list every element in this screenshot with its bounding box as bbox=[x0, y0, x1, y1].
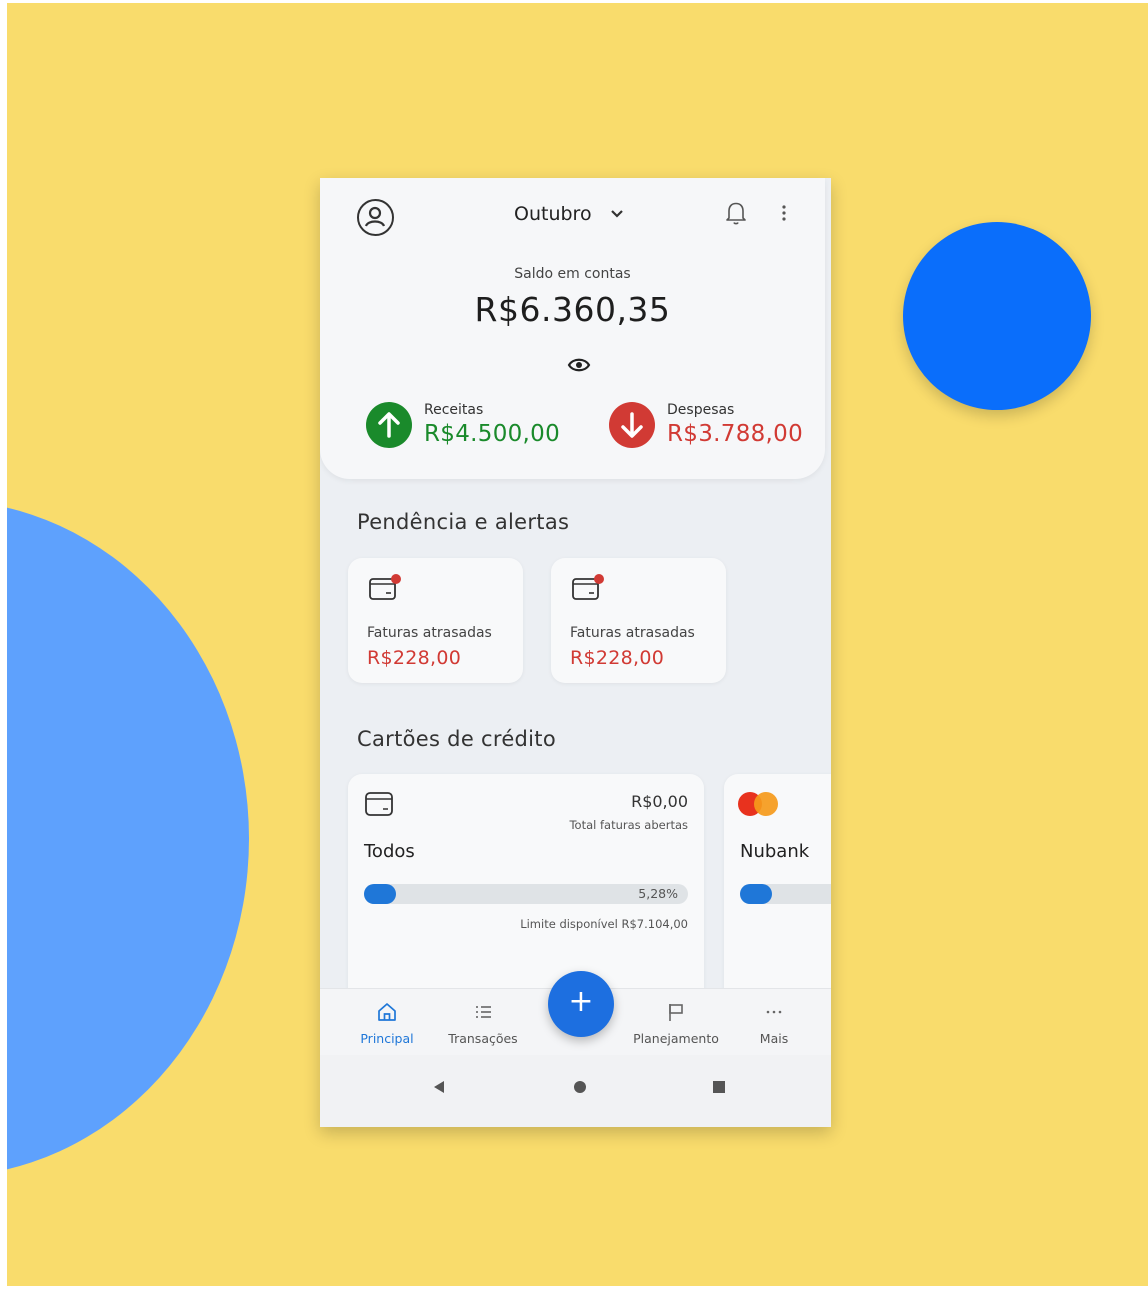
system-navigation-bar bbox=[320, 1055, 831, 1127]
month-label: Outubro bbox=[514, 203, 592, 225]
card-usage-fill bbox=[740, 884, 772, 904]
nav-label: Mais bbox=[759, 1031, 789, 1046]
card-name: Todos bbox=[364, 841, 415, 862]
more-vertical-icon[interactable] bbox=[780, 202, 788, 224]
flag-icon bbox=[669, 1004, 683, 1021]
add-transaction-button[interactable]: + bbox=[548, 971, 614, 1037]
card-usage-bar: 5,28% bbox=[364, 884, 688, 904]
card-total-label: Total faturas abertas bbox=[569, 818, 688, 832]
credit-card-nubank[interactable]: Nubank bbox=[724, 774, 831, 1014]
mastercard-logo-icon bbox=[738, 792, 788, 816]
more-horizontal-icon bbox=[766, 1010, 782, 1014]
balance-card: Outubro Saldo em contas R$6.360,35 Recei… bbox=[320, 178, 825, 479]
decorative-circle-small bbox=[903, 222, 1091, 410]
chevron-down-icon bbox=[610, 210, 623, 218]
card-limit-label: Limite disponível R$7.104,00 bbox=[520, 917, 688, 931]
credit-card-icon bbox=[365, 792, 393, 816]
background-panel: Outubro Saldo em contas R$6.360,35 Recei… bbox=[7, 3, 1148, 1286]
nav-principal[interactable]: Principal bbox=[354, 1001, 420, 1046]
income-arrow-icon bbox=[366, 402, 412, 448]
alert-card[interactable]: Faturas atrasadas R$228,00 bbox=[348, 558, 523, 683]
nav-planejamento[interactable]: Planejamento bbox=[624, 1001, 728, 1046]
income-label: Receitas bbox=[424, 402, 484, 418]
alert-label: Faturas atrasadas bbox=[570, 625, 695, 641]
account-icon bbox=[364, 206, 386, 227]
alert-value: R$228,00 bbox=[570, 647, 665, 669]
recents-icon[interactable] bbox=[711, 1079, 727, 1095]
income-value: R$4.500,00 bbox=[424, 421, 561, 447]
nav-label: Planejamento bbox=[633, 1031, 719, 1046]
overdue-card-icon bbox=[572, 574, 604, 600]
eye-icon[interactable] bbox=[567, 356, 591, 374]
bell-icon[interactable] bbox=[724, 200, 748, 226]
decorative-circle-large bbox=[7, 500, 249, 1177]
phone-screen: Outubro Saldo em contas R$6.360,35 Recei… bbox=[320, 178, 831, 1127]
back-icon[interactable] bbox=[431, 1079, 447, 1095]
nav-mais[interactable]: Mais bbox=[750, 1001, 798, 1046]
nav-label: Principal bbox=[360, 1031, 414, 1046]
alert-label: Faturas atrasadas bbox=[367, 625, 492, 641]
balance-label: Saldo em contas bbox=[514, 266, 631, 282]
overdue-card-icon bbox=[369, 574, 401, 600]
nav-label: Transações bbox=[448, 1031, 518, 1046]
card-usage-fill bbox=[364, 884, 396, 904]
home-icon bbox=[378, 1003, 396, 1021]
card-usage-percent: 5,28% bbox=[638, 886, 678, 901]
alert-card[interactable]: Faturas atrasadas R$228,00 bbox=[551, 558, 726, 683]
card-total-value: R$0,00 bbox=[631, 792, 688, 811]
expense-value: R$3.788,00 bbox=[667, 421, 804, 447]
alert-value: R$228,00 bbox=[367, 647, 462, 669]
nav-transacoes[interactable]: Transações bbox=[441, 1001, 525, 1046]
home-circle-icon[interactable] bbox=[572, 1079, 588, 1095]
card-name: Nubank bbox=[740, 841, 810, 862]
expense-arrow-icon bbox=[609, 402, 655, 448]
month-selector[interactable]: Outubro bbox=[514, 200, 624, 228]
alerts-section-title: Pendência e alertas bbox=[357, 510, 570, 534]
credit-card-all[interactable]: R$0,00 Total faturas abertas Todos 5,28%… bbox=[348, 774, 704, 1014]
list-icon bbox=[476, 1006, 491, 1018]
expense-label: Despesas bbox=[667, 402, 735, 418]
account-button[interactable] bbox=[357, 199, 394, 236]
balance-value: R$6.360,35 bbox=[474, 290, 671, 329]
card-usage-bar bbox=[740, 884, 831, 904]
credit-cards-section-title: Cartões de crédito bbox=[357, 727, 556, 751]
